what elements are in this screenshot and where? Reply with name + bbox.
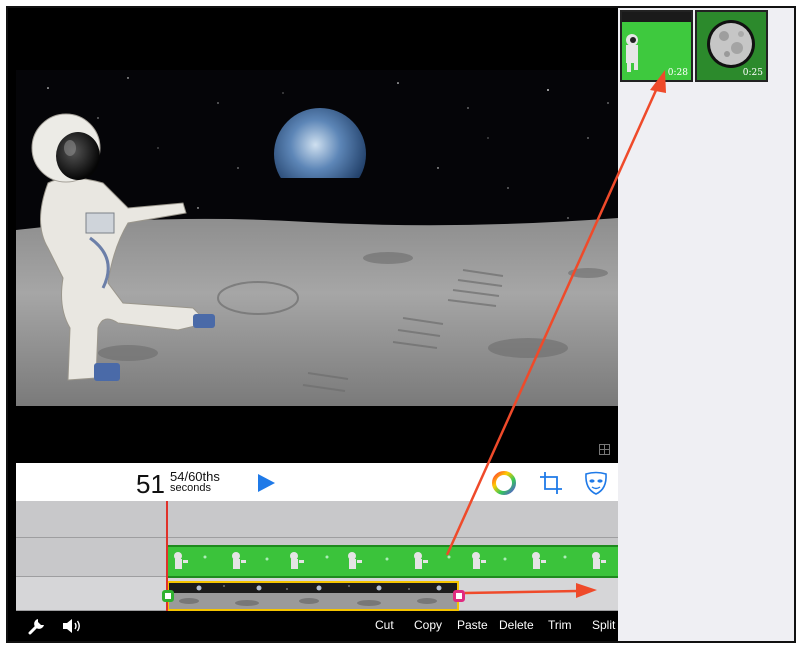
- time-seconds: 51: [136, 469, 165, 499]
- playback-toolbar: 51 54/60ths seconds: [16, 463, 618, 501]
- clip-duration: 0:25: [742, 68, 763, 78]
- copy-button[interactable]: Copy: [414, 618, 442, 632]
- edit-action-bar: Cut Copy Paste Delete Trim Split: [16, 611, 618, 641]
- trim-handle-start[interactable]: [162, 590, 174, 602]
- crop-icon[interactable]: [537, 469, 565, 497]
- delete-button[interactable]: Delete: [499, 618, 534, 632]
- library-clip-moon[interactable]: 0:25: [695, 10, 768, 82]
- time-unit: seconds: [170, 482, 211, 494]
- mask-icon[interactable]: [582, 469, 610, 497]
- preview-scene: [8, 8, 618, 463]
- speaker-icon[interactable]: [61, 617, 83, 635]
- astronaut-filmstrip: [174, 552, 606, 569]
- trim-button[interactable]: Trim: [548, 618, 572, 632]
- timeline-clip-moon[interactable]: [167, 581, 459, 611]
- moon-filmstrip: [169, 583, 457, 609]
- clip-library: 0:28 0:25: [618, 8, 794, 641]
- play-icon[interactable]: [256, 473, 276, 493]
- trim-handle-end[interactable]: [453, 590, 465, 602]
- timeline-clip-astronaut[interactable]: [167, 545, 618, 578]
- timeline-track[interactable]: [16, 501, 618, 538]
- aspect-ratio-icon[interactable]: [599, 444, 610, 455]
- video-preview[interactable]: [8, 8, 618, 463]
- library-clip-astronaut[interactable]: 0:28: [620, 10, 693, 82]
- paste-button[interactable]: Paste: [457, 618, 488, 632]
- timeline[interactable]: [16, 501, 618, 611]
- split-button[interactable]: Split: [592, 618, 615, 632]
- cut-button[interactable]: Cut: [375, 618, 394, 632]
- wrench-icon[interactable]: [28, 617, 46, 635]
- color-wheel-icon[interactable]: [490, 469, 518, 497]
- app-window: 0:28 0:25 51 54/60ths seconds Cut Copy P…: [6, 6, 796, 643]
- clip-duration: 0:28: [667, 68, 688, 78]
